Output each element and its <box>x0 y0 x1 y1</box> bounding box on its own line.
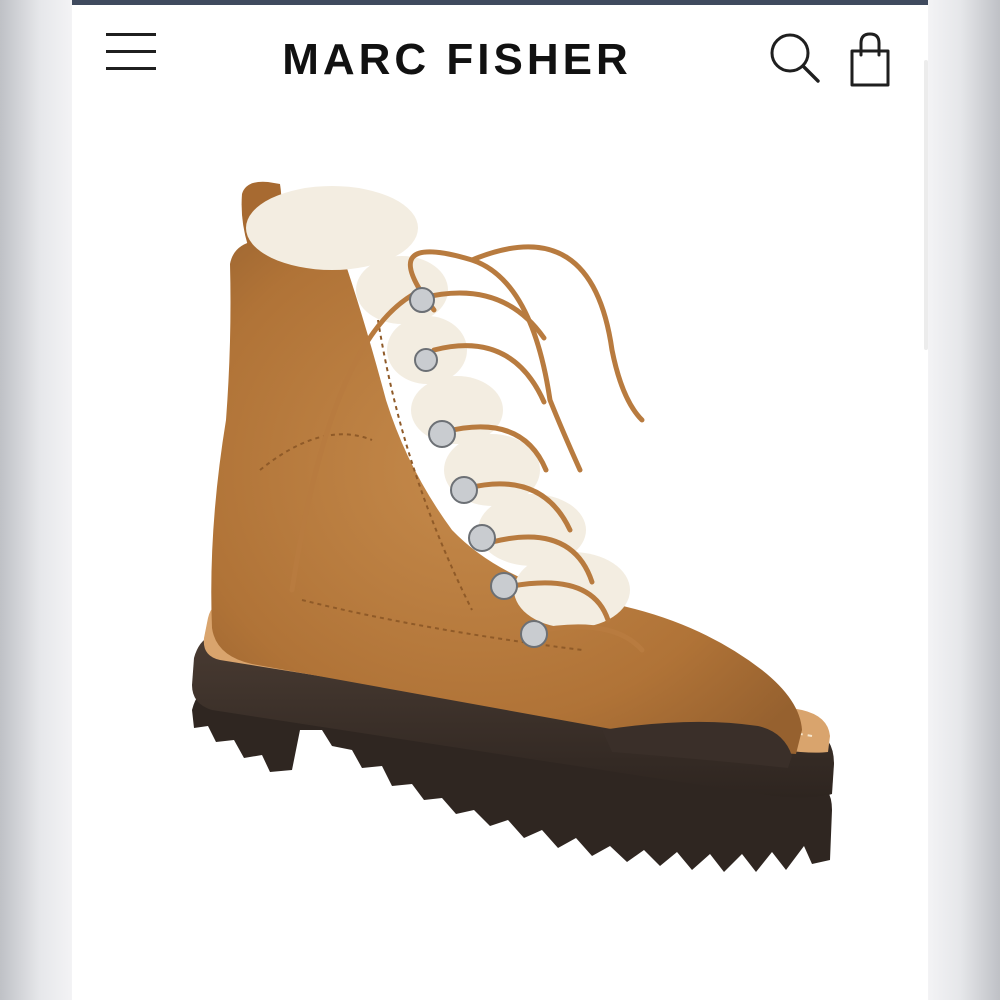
shopping-bag-icon[interactable] <box>848 31 892 89</box>
brand-logo[interactable]: MARC FISHER <box>232 35 682 85</box>
hamburger-menu-icon[interactable] <box>106 33 158 75</box>
site-header: MARC FISHER <box>72 5 928 115</box>
mobile-page: MARC FISHER <box>72 0 928 1000</box>
search-icon[interactable] <box>768 31 824 87</box>
product-image[interactable] <box>172 170 852 900</box>
scrollbar[interactable] <box>924 60 928 350</box>
